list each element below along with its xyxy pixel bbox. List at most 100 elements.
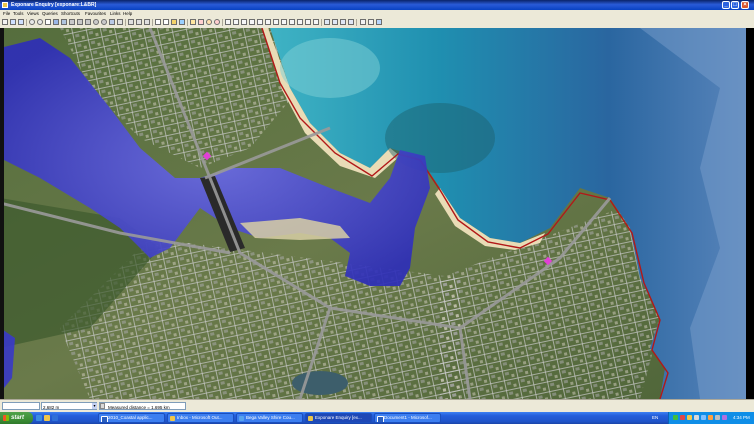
clock[interactable]: 4:34 PM — [733, 412, 750, 424]
menu-views[interactable]: Views — [27, 10, 39, 17]
draw-text-icon[interactable] — [281, 19, 287, 25]
system-tray: 4:34 PM — [668, 412, 754, 424]
draw-arrow-icon[interactable] — [289, 19, 295, 25]
search-icon[interactable] — [190, 19, 196, 25]
notification-icon[interactable] — [687, 415, 692, 420]
start-label: start — [11, 415, 25, 421]
taskbar-button-bega[interactable]: Bega Valley Shire Cou... — [236, 413, 303, 423]
volume-icon[interactable] — [694, 415, 699, 420]
target-icon[interactable] — [101, 19, 107, 25]
menu-favourites[interactable]: Favourites — [85, 10, 106, 17]
task-label: Document1 - Microsof... — [384, 415, 432, 420]
word-icon — [377, 416, 384, 422]
window-icon[interactable] — [376, 19, 382, 25]
scale-field[interactable]: 2,682 m — [41, 402, 97, 410]
globe-icon[interactable] — [93, 19, 99, 25]
display-icon[interactable] — [701, 415, 706, 420]
taskbar-button-exponare[interactable]: Exponare Enquiry [ex... — [305, 413, 372, 423]
table-icon[interactable] — [340, 19, 346, 25]
taskbar: start 2010_Coastal applic... Inbox - Mic… — [0, 412, 754, 424]
copy-icon[interactable] — [77, 19, 83, 25]
shallow-water — [280, 38, 380, 98]
taskbar-button-coastal[interactable]: 2010_Coastal applic... — [98, 413, 165, 423]
draw-circle-icon[interactable] — [265, 19, 271, 25]
security-icon[interactable] — [680, 415, 685, 420]
ie-quicklaunch-icon[interactable] — [36, 415, 42, 421]
export-icon[interactable] — [348, 19, 354, 25]
chevron-down-icon[interactable]: ▾ — [92, 403, 97, 409]
desktop-quicklaunch-icon[interactable] — [52, 415, 58, 421]
redline-icon[interactable] — [136, 19, 142, 25]
menu-links[interactable]: Links — [110, 10, 121, 17]
word-icon — [101, 416, 108, 422]
stop-icon[interactable] — [214, 19, 220, 25]
title-bar: Exponare Enquiry [exponare:L&BR] _ □ × — [0, 0, 754, 10]
menu-shortcuts[interactable]: Shortcuts — [61, 10, 80, 17]
task-label: Exponare Enquiry [ex... — [315, 415, 362, 420]
map-view[interactable] — [0, 28, 754, 399]
clock-icon[interactable] — [206, 19, 212, 25]
outlook-icon — [170, 416, 175, 421]
menu-file[interactable]: File — [3, 10, 10, 17]
refresh-icon[interactable] — [85, 19, 91, 25]
draw-polyline-icon[interactable] — [233, 19, 239, 25]
monitor-icon[interactable] — [179, 19, 185, 25]
taskbar-button-outlook[interactable]: Inbox - Microsoft Out... — [167, 413, 234, 423]
update-icon[interactable] — [708, 415, 713, 420]
task-label: Bega Valley Shire Cou... — [246, 415, 295, 420]
taskbar-button-document1[interactable]: Document1 - Microsof... — [374, 413, 441, 423]
edit-icon[interactable] — [155, 19, 161, 25]
language-indicator[interactable]: EN — [652, 412, 658, 424]
toolbar-separator — [222, 19, 223, 26]
flag-icon[interactable] — [198, 19, 204, 25]
draw-rectangle-icon[interactable] — [297, 19, 303, 25]
windows-logo-icon — [3, 415, 9, 421]
menu-queries[interactable]: Queries — [42, 10, 58, 17]
zoom-out-icon[interactable] — [37, 19, 43, 25]
draw-freehand-icon[interactable] — [305, 19, 311, 25]
minimize-button[interactable]: _ — [722, 1, 730, 9]
map-right-border — [746, 28, 754, 399]
app-tray-icon[interactable] — [722, 415, 727, 420]
pan-icon[interactable] — [45, 19, 51, 25]
draw-line-icon[interactable] — [225, 19, 231, 25]
measure-icon[interactable] — [109, 19, 115, 25]
close-button[interactable]: × — [741, 1, 749, 9]
back-icon[interactable] — [10, 19, 16, 25]
forward-icon[interactable] — [18, 19, 24, 25]
start-button[interactable]: start — [0, 412, 33, 424]
maximize-button[interactable]: □ — [731, 1, 739, 9]
draw-curve-icon[interactable] — [249, 19, 255, 25]
properties-icon[interactable] — [368, 19, 374, 25]
outlook-quicklaunch-icon[interactable] — [44, 415, 50, 421]
print-icon[interactable] — [69, 19, 75, 25]
task-label: 2010_Coastal applic... — [108, 415, 153, 420]
select-icon[interactable] — [61, 19, 67, 25]
settings-icon[interactable] — [360, 19, 366, 25]
pencil-icon[interactable] — [163, 19, 169, 25]
toolbar-separator — [356, 19, 357, 26]
menu-help[interactable]: Help — [123, 10, 132, 17]
folder-icon[interactable] — [171, 19, 177, 25]
app-icon — [2, 2, 8, 8]
ruler-icon — [100, 403, 105, 409]
home-icon[interactable] — [2, 19, 8, 25]
chart-icon[interactable] — [332, 19, 338, 25]
draw-polygon-icon[interactable] — [241, 19, 247, 25]
window-title: Exponare Enquiry [exponare:L&BR] — [11, 2, 97, 8]
identify-icon[interactable] — [128, 19, 134, 25]
grid-icon[interactable] — [324, 19, 330, 25]
toolbar-separator — [26, 19, 27, 26]
printer-icon[interactable] — [715, 415, 720, 420]
zoom-in-icon[interactable] — [29, 19, 35, 25]
draw-arc-icon[interactable] — [257, 19, 263, 25]
draw-point-icon[interactable] — [273, 19, 279, 25]
network-icon[interactable] — [673, 415, 678, 420]
pond — [292, 371, 348, 395]
menu-tools[interactable]: Tools — [13, 10, 24, 17]
status-bar: 2,682 m ▾ Measured distance = 1.695 km — [0, 399, 754, 413]
draw-buffer-icon[interactable] — [313, 19, 319, 25]
info-icon[interactable] — [144, 19, 150, 25]
text-tool-icon[interactable] — [117, 19, 123, 25]
layer-icon[interactable] — [53, 19, 59, 25]
